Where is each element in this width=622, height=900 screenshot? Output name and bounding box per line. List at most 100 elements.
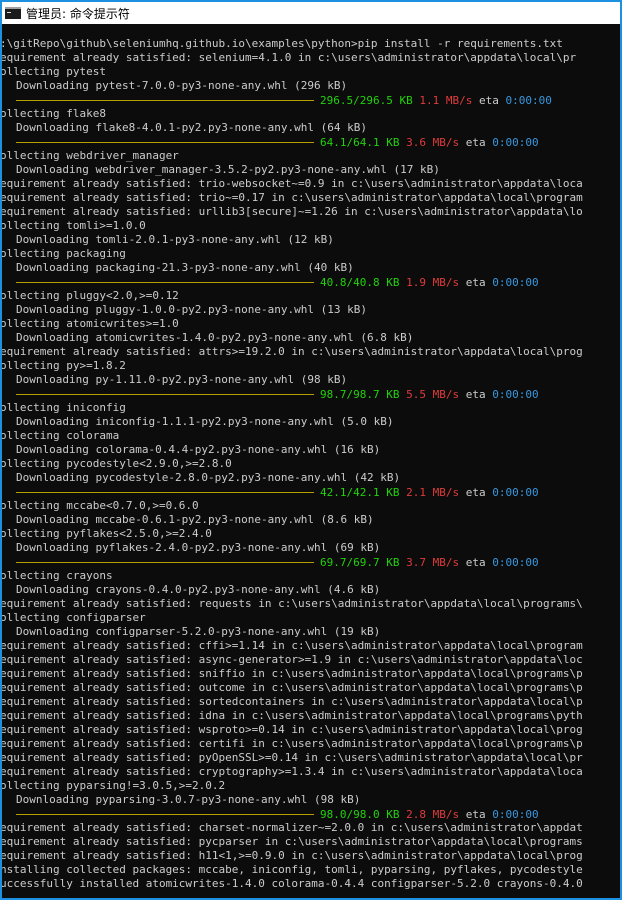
console-line: equirement already satisfied: async-gene… [0, 653, 583, 666]
progress-bar [16, 281, 314, 283]
download-progress-line: 42.1/42.1 KB 2.1 MB/s eta 0:00:00 [2, 485, 620, 499]
console-line: uccessfully installed atomicwrites-1.4.0… [0, 877, 583, 890]
progress-bar [16, 99, 314, 101]
eta-label: eta [465, 135, 486, 149]
console-line: equirement already satisfied: idna in c:… [0, 709, 583, 722]
download-line: Downloading packaging-21.3-py3-none-any.… [16, 261, 354, 274]
eta-label: eta [465, 387, 486, 401]
eta-label: eta [465, 275, 486, 289]
console-line: ollecting pyflakes<2.5.0,>=2.4.0 [0, 527, 212, 540]
console-line: equirement already satisfied: attrs>=19.… [0, 345, 583, 358]
console-line: ollecting packaging [0, 247, 126, 260]
console-line: ollecting colorama [0, 429, 120, 442]
download-line: Downloading py-1.11.0-py2.py3-none-any.w… [16, 373, 348, 386]
console-line: equirement already satisfied: certifi in… [0, 737, 583, 750]
progress-bar [16, 561, 314, 563]
progress-bar [16, 141, 314, 143]
download-line: Downloading crayons-0.4.0-py2.py3-none-a… [16, 583, 381, 596]
eta-value: 0:00:00 [492, 807, 539, 821]
console-line: ollecting pytest [0, 65, 106, 78]
console-line: equirement already satisfied: pyOpenSSL>… [0, 751, 583, 764]
console-line: equirement already satisfied: charset-no… [0, 821, 583, 834]
console-line: equirement already satisfied: cryptograp… [0, 765, 583, 778]
console-line: ollecting webdriver_manager [0, 149, 179, 162]
console-line: equirement already satisfied: cffi>=1.14… [0, 639, 583, 652]
eta-label: eta [478, 93, 499, 107]
eta-value: 0:00:00 [492, 387, 539, 401]
console-line: nstalling collected packages: mccabe, in… [0, 863, 583, 876]
eta-label: eta [465, 485, 486, 499]
console-line: :\gitRepo\github\seleniumhq.github.io\ex… [0, 37, 563, 50]
download-speed: 5.5 MB/s [406, 387, 460, 401]
download-speed: 2.8 MB/s [406, 807, 460, 821]
download-progress-line: 64.1/64.1 KB 3.6 MB/s eta 0:00:00 [2, 135, 620, 149]
window-title: 管理员: 命令提示符 [26, 6, 130, 21]
console-line: ollecting crayons [0, 569, 113, 582]
console-line: equirement already satisfied: trio-webso… [0, 177, 583, 190]
download-progress-line: 98.0/98.0 KB 2.8 MB/s eta 0:00:00 [2, 807, 620, 821]
console-line: equirement already satisfied: selenium=4… [0, 51, 577, 64]
console-line: ollecting py>=1.8.2 [0, 359, 126, 372]
console-line: equirement already satisfied: sniffio in… [0, 667, 583, 680]
download-size: 98.7/98.7 KB [320, 387, 400, 401]
download-line: Downloading webdriver_manager-3.5.2-py2.… [16, 163, 440, 176]
console-output[interactable]: :\gitRepo\github\seleniumhq.github.io\ex… [2, 37, 620, 898]
download-speed: 3.6 MB/s [406, 135, 460, 149]
download-size: 40.8/40.8 KB [320, 275, 400, 289]
download-progress-line: 296.5/296.5 KB 1.1 MB/s eta 0:00:00 [2, 93, 620, 107]
download-size: 69.7/69.7 KB [320, 555, 400, 569]
cmd-window: 管理员: 命令提示符 :\gitRepo\github\seleniumhq.g… [0, 0, 622, 900]
progress-bar [16, 393, 314, 395]
download-line: Downloading configparser-5.2.0-py3-none-… [16, 625, 381, 638]
download-line: Downloading iniconfig-1.1.1-py2.py3-none… [16, 415, 394, 428]
download-size: 64.1/64.1 KB [320, 135, 400, 149]
console-line: equirement already satisfied: h11<1,>=0.… [0, 849, 583, 862]
console-line: equirement already satisfied: trio~=0.17… [0, 191, 583, 204]
download-speed: 1.9 MB/s [406, 275, 460, 289]
eta-value: 0:00:00 [505, 93, 552, 107]
console-line: ollecting mccabe<0.7.0,>=0.6.0 [0, 499, 199, 512]
progress-bar [16, 813, 314, 815]
console-line: ollecting iniconfig [0, 401, 126, 414]
console-line: ollecting atomicwrites>=1.0 [0, 317, 179, 330]
console-line: ollecting pluggy<2.0,>=0.12 [0, 289, 179, 302]
console-line: ollecting configparser [0, 611, 146, 624]
download-line: Downloading flake8-4.0.1-py2.py3-none-an… [16, 121, 367, 134]
progress-bar [16, 491, 314, 493]
console-line: ollecting pycodestyle<2.9.0,>=2.8.0 [0, 457, 232, 470]
download-size: 42.1/42.1 KB [320, 485, 400, 499]
download-progress-line: 69.7/69.7 KB 3.7 MB/s eta 0:00:00 [2, 555, 620, 569]
console-line: equirement already satisfied: urllib3[se… [0, 205, 583, 218]
eta-label: eta [465, 555, 486, 569]
console-line: equirement already satisfied: sortedcont… [0, 695, 583, 708]
title-bar[interactable]: 管理员: 命令提示符 [2, 2, 620, 24]
download-speed: 2.1 MB/s [406, 485, 460, 499]
download-line: Downloading pluggy-1.0.0-py2.py3-none-an… [16, 303, 367, 316]
console-line: ollecting tomli>=1.0.0 [0, 219, 146, 232]
download-size: 98.0/98.0 KB [320, 807, 400, 821]
console-line: equirement already satisfied: requests i… [0, 597, 583, 610]
console-line: equirement already satisfied: outcome in… [0, 681, 583, 694]
console-line: equirement already satisfied: pycparser … [0, 835, 583, 848]
download-size: 296.5/296.5 KB [320, 93, 413, 107]
cmd-icon [5, 7, 21, 19]
console-line: equirement already satisfied: wsproto>=0… [0, 723, 583, 736]
download-progress-line: 98.7/98.7 KB 5.5 MB/s eta 0:00:00 [2, 387, 620, 401]
eta-value: 0:00:00 [492, 135, 539, 149]
download-line: Downloading pyparsing-3.0.7-py3-none-any… [16, 793, 361, 806]
eta-label: eta [465, 807, 486, 821]
console-line: ollecting pyparsing!=3.0.5,>=2.0.2 [0, 779, 226, 792]
download-line: Downloading colorama-0.4.4-py2.py3-none-… [16, 443, 381, 456]
download-line: Downloading pyflakes-2.4.0-py2.py3-none-… [16, 541, 381, 554]
console-line: ollecting flake8 [0, 107, 106, 120]
download-progress-line: 40.8/40.8 KB 1.9 MB/s eta 0:00:00 [2, 275, 620, 289]
download-line: Downloading mccabe-0.6.1-py2.py3-none-an… [16, 513, 374, 526]
eta-value: 0:00:00 [492, 555, 539, 569]
download-line: Downloading tomli-2.0.1-py3-none-any.whl… [16, 233, 334, 246]
download-line: Downloading pytest-7.0.0-py3-none-any.wh… [16, 79, 348, 92]
download-speed: 3.7 MB/s [406, 555, 460, 569]
download-line: Downloading atomicwrites-1.4.0-py2.py3-n… [16, 331, 414, 344]
download-line: Downloading pycodestyle-2.8.0-py2.py3-no… [16, 471, 401, 484]
download-speed: 1.1 MB/s [419, 93, 473, 107]
eta-value: 0:00:00 [492, 275, 539, 289]
